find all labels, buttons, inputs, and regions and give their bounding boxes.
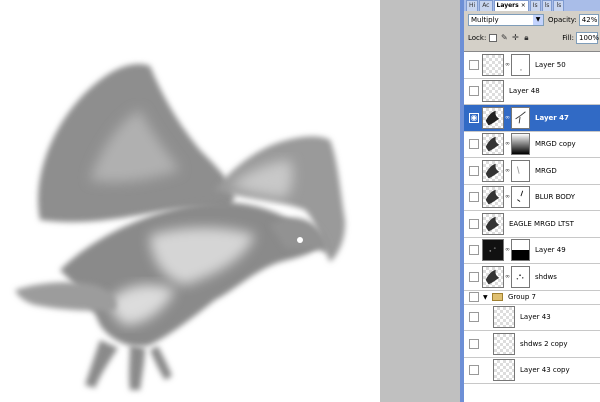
layer-mask-thumbnail[interactable]: [511, 239, 530, 262]
layer-row-layer-43-copy[interactable]: Layer 43 copy: [464, 358, 600, 384]
layer-name: Layer 48: [509, 87, 540, 96]
lock-icon[interactable]: 🔒︎: [522, 34, 530, 42]
layer-thumbnail: [482, 159, 504, 182]
layer-thumbnail: [482, 53, 504, 76]
visibility-toggle-icon[interactable]: [469, 192, 479, 203]
link-icon[interactable]: ∞: [505, 114, 510, 122]
eagle-artwork: [15, 63, 346, 390]
visibility-toggle-icon[interactable]: [469, 338, 479, 349]
layer-row-mrgd-copy[interactable]: ∞ MRGD copy: [464, 132, 600, 158]
layer-row-mrgd[interactable]: ∞ MRGD: [464, 158, 600, 185]
tab-3[interactable]: Is: [529, 0, 541, 11]
visibility-toggle-icon[interactable]: [469, 365, 479, 376]
layer-row-layer-48[interactable]: Layer 48: [464, 79, 600, 105]
blend-options-row: Multiply ▼ Opacity: 42%: [464, 12, 600, 28]
visibility-toggle-icon[interactable]: [469, 218, 479, 229]
brush-icon[interactable]: ✎: [500, 34, 508, 42]
layer-row-shdws[interactable]: ∞ shdws: [464, 264, 600, 291]
move-icon[interactable]: ✛: [511, 34, 519, 42]
layer-thumbnail: [482, 265, 504, 288]
layer-name: MRGD: [535, 166, 557, 175]
chevron-down-icon[interactable]: ▼: [533, 15, 543, 25]
layer-mask-thumbnail[interactable]: [511, 159, 530, 182]
canvas-scroll-gutter: [380, 0, 460, 402]
close-tab-icon[interactable]: ×: [521, 2, 526, 9]
layer-name: MRGD copy: [535, 140, 576, 149]
layer-row-blur-body[interactable]: ∞ BLUR BODY: [464, 185, 600, 211]
layer-mask-thumbnail[interactable]: [511, 186, 530, 209]
layer-name: BLUR BODY: [535, 193, 576, 202]
layer-name: Layer 49: [535, 246, 566, 255]
blend-mode-select[interactable]: Multiply ▼: [468, 14, 544, 26]
layer-row-layer-43[interactable]: Layer 43: [464, 305, 600, 331]
tab-4[interactable]: ls: [541, 0, 553, 11]
visibility-toggle-icon[interactable]: [469, 292, 479, 302]
layer-name: Layer 50: [535, 60, 566, 69]
opacity-label: Opacity:: [548, 16, 577, 24]
lock-transparent-icon[interactable]: [489, 34, 498, 42]
layer-thumbnail: [482, 239, 504, 262]
visibility-toggle-icon[interactable]: [469, 165, 479, 176]
opacity-input[interactable]: 42%: [578, 14, 599, 26]
layer-row-eagle-mrgd-ltst[interactable]: EAGLE MRGD LTST: [464, 211, 600, 238]
link-icon[interactable]: ∞: [505, 246, 510, 254]
layer-mask-thumbnail[interactable]: [511, 265, 530, 288]
group-name: Group 7: [508, 293, 536, 301]
tab-actions[interactable]: Ac: [479, 0, 493, 11]
layer-mask-thumbnail[interactable]: [511, 53, 530, 76]
layer-name: Layer 43 copy: [520, 366, 570, 375]
fill-label: Fill:: [562, 34, 574, 42]
layer-name: Layer 43: [520, 313, 551, 322]
layer-name: Layer 47: [535, 113, 569, 122]
layer-thumbnail: [482, 106, 504, 129]
link-icon[interactable]: ∞: [505, 193, 510, 201]
visibility-toggle-icon[interactable]: [469, 59, 479, 70]
layers-panel: Hi Ac Layers × Is ls ls Multiply ▼ Opacit…: [460, 0, 600, 402]
layer-thumbnail: [482, 186, 504, 209]
link-icon[interactable]: ∞: [505, 167, 510, 175]
layer-mask-thumbnail[interactable]: [511, 133, 530, 156]
visibility-toggle-icon[interactable]: [469, 86, 479, 97]
layer-row-shdws-2-copy[interactable]: shdws 2 copy: [464, 331, 600, 358]
layer-list: ∞ Layer 50 Layer 48 ◉ ∞ Layer 47 ∞ MRGD …: [464, 51, 600, 402]
link-icon[interactable]: ∞: [505, 273, 510, 281]
layer-thumbnail: [482, 212, 504, 235]
layer-name: shdws 2 copy: [520, 339, 568, 348]
tab-layers[interactable]: Layers ×: [493, 0, 529, 11]
layer-name: shdws: [535, 272, 557, 281]
visibility-toggle-icon[interactable]: [469, 245, 479, 256]
document-canvas[interactable]: [0, 0, 380, 402]
layer-thumbnail: [482, 133, 504, 156]
layer-row-layer-47[interactable]: ◉ ∞ Layer 47: [464, 105, 600, 132]
panel-tabs: Hi Ac Layers × Is ls ls: [464, 0, 600, 11]
visibility-toggle-icon[interactable]: [469, 312, 479, 323]
folder-icon: [492, 293, 503, 301]
link-icon[interactable]: ∞: [505, 140, 510, 148]
expand-triangle-icon[interactable]: ▼: [483, 294, 490, 301]
visibility-toggle-icon[interactable]: [469, 139, 479, 150]
fill-input[interactable]: 100%: [576, 32, 599, 44]
layer-thumbnail: [493, 359, 515, 382]
layer-row-layer-50[interactable]: ∞ Layer 50: [464, 52, 600, 79]
tab-5[interactable]: ls: [553, 0, 565, 11]
layer-name: EAGLE MRGD LTST: [509, 219, 574, 228]
lock-row: Lock: ✎ ✛ 🔒︎ Fill: 100%: [464, 30, 600, 46]
layer-row-layer-49[interactable]: ∞ Layer 49: [464, 238, 600, 264]
link-icon[interactable]: ∞: [505, 61, 510, 69]
layer-mask-thumbnail[interactable]: [511, 106, 530, 129]
layer-thumbnail: [482, 80, 504, 103]
layer-thumbnail: [493, 332, 515, 355]
lock-label: Lock:: [468, 34, 487, 42]
layer-group-row[interactable]: ▼ Group 7: [464, 291, 600, 305]
tab-history[interactable]: Hi: [466, 0, 479, 11]
visibility-toggle-icon[interactable]: [469, 271, 479, 282]
layer-thumbnail: [493, 306, 515, 329]
eye-icon[interactable]: ◉: [469, 112, 479, 123]
